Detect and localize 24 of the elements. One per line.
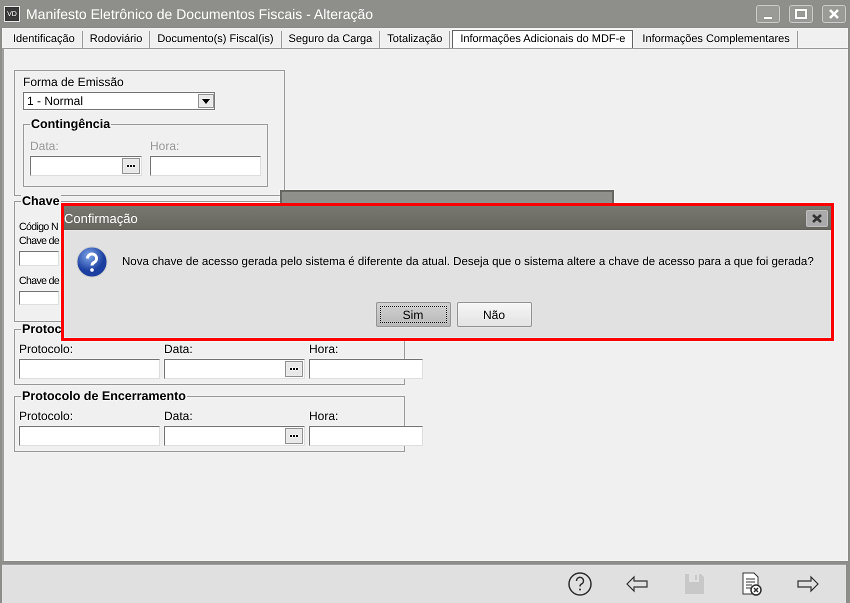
dropdown[interactable]: 1 - Normal <box>23 92 215 110</box>
group-title: Protocolo de Encerramento <box>21 389 187 403</box>
dialog-title: Confirmação <box>64 210 138 226</box>
tab[interactable]: Informações Adicionais do MDF-e <box>452 30 634 48</box>
field-label: Data: <box>30 139 59 153</box>
group-title: Contingência <box>30 117 112 131</box>
dialog-message: Nova chave de acesso gerada pelo sistema é diferente da atual. Deseja que o sistema altere a chave de acesso para a que foi gerada? <box>122 256 814 268</box>
window-title: Manifesto Eletrônico de Documentos Fiscais - Alteração <box>26 6 374 22</box>
field-label: Data: <box>164 409 193 423</box>
dialog-button[interactable]: Sim <box>376 302 450 327</box>
dialog-button[interactable]: Não <box>456 302 532 327</box>
group-title: Chave <box>21 194 61 208</box>
field-label: Protocolo: <box>19 409 74 423</box>
group-title: Protoc <box>21 322 63 336</box>
field-label: Protocolo: <box>19 342 74 356</box>
field-label: Hora: <box>309 342 338 356</box>
field-label: Hora: <box>309 409 338 423</box>
field-label: Forma de Emissão <box>23 75 125 89</box>
field-label: Hora: <box>150 139 180 153</box>
field-label: Data: <box>164 342 193 356</box>
field-label: Chave de <box>19 274 60 288</box>
tab[interactable]: Seguro da Carga <box>282 31 380 48</box>
field-label: Código N <box>19 220 58 234</box>
field-label: Chave de <box>19 234 60 248</box>
